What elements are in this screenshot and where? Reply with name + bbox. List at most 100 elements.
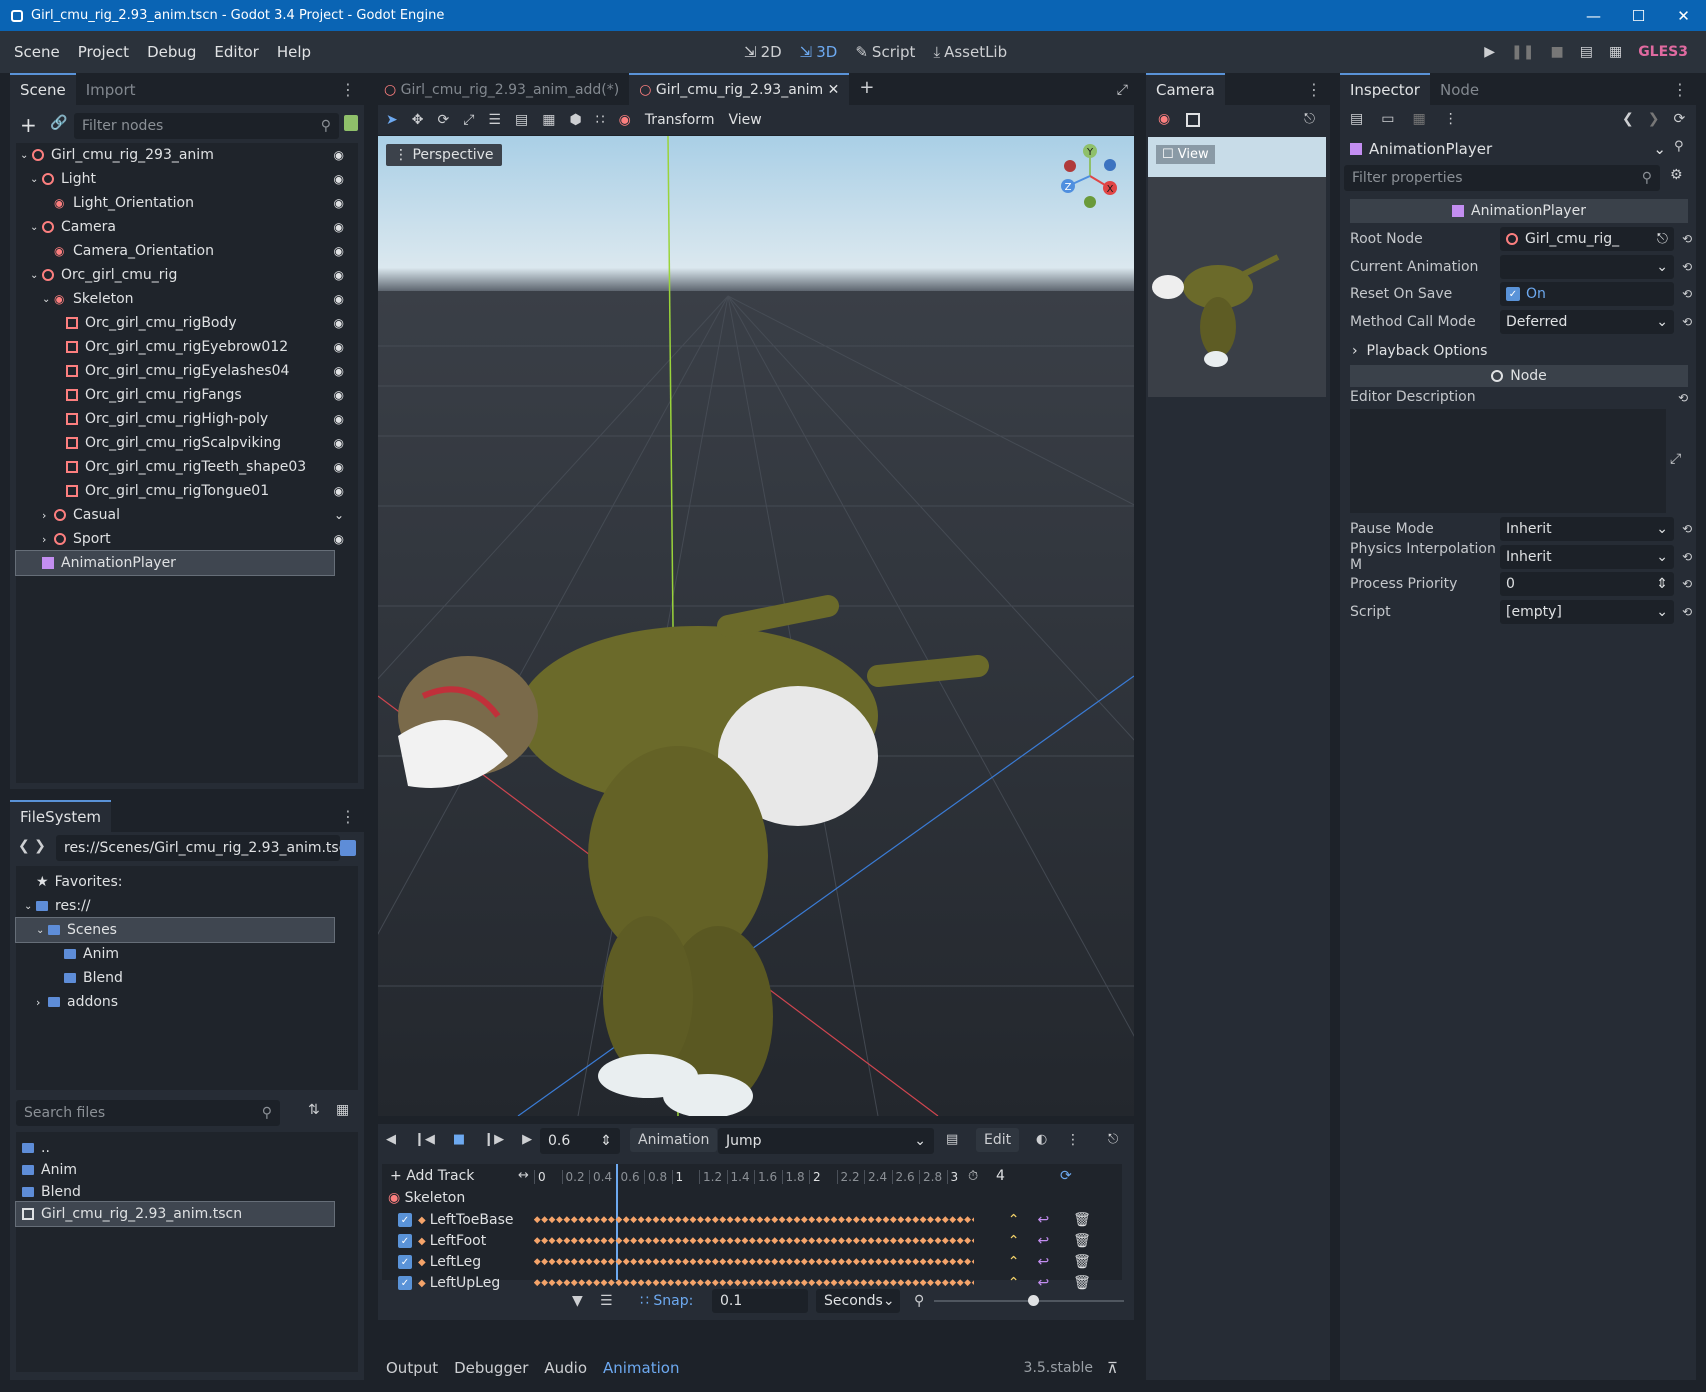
more-icon[interactable]: ⋮ bbox=[1672, 80, 1688, 99]
rotate-tool-icon[interactable]: ⟳ bbox=[437, 112, 449, 128]
play-backwards-icon[interactable]: ❙◀ bbox=[414, 1132, 435, 1147]
tab-node[interactable]: Node bbox=[1430, 75, 1489, 105]
add-track-button[interactable]: + Add Track bbox=[390, 1168, 474, 1184]
revert-icon[interactable]: ⟲ bbox=[1682, 577, 1692, 591]
property-editor[interactable]: 0 ⇕ bbox=[1500, 572, 1674, 596]
scene-tree-node[interactable]: ⌄ Orc_girl_cmu_rig ◉ bbox=[16, 263, 358, 287]
play-backwards-from-end-icon[interactable]: ◀ bbox=[386, 1132, 396, 1147]
file-list-item[interactable]: Girl_cmu_rig_2.93_anim.tscn bbox=[15, 1201, 335, 1227]
chevron-down-icon[interactable]: ⌄ bbox=[20, 150, 30, 161]
clear-icon[interactable]: ⎋ bbox=[1657, 231, 1668, 247]
scene-tab-anim-add[interactable]: ○ Girl_cmu_rig_2.93_anim_add(*) bbox=[374, 75, 629, 105]
more-icon[interactable]: ⋮ bbox=[1066, 1132, 1080, 1148]
scene-tree-node[interactable]: ◉ Light_Orientation ◉ bbox=[16, 191, 358, 215]
keyframes[interactable]: ◆◆◆◆◆◆◆◆◆◆◆◆◆◆◆◆◆◆◆◆◆◆◆◆◆◆◆◆◆◆◆◆◆◆◆◆◆◆◆◆… bbox=[534, 1236, 974, 1246]
snap-value[interactable]: 0.1 bbox=[712, 1289, 808, 1313]
property-editor[interactable]: Girl_cmu_rig_ ⎋ bbox=[1500, 227, 1674, 251]
play-custom-icon[interactable]: ▦ bbox=[1609, 44, 1622, 60]
menu-scene[interactable]: Scene bbox=[14, 43, 60, 61]
menu-project[interactable]: Project bbox=[78, 43, 129, 61]
filesystem-tree-item[interactable]: › addons bbox=[16, 990, 358, 1014]
pin-icon[interactable]: ⎋ bbox=[1304, 111, 1315, 127]
loop-wrap-icon[interactable]: ↩ bbox=[1037, 1212, 1049, 1228]
visibility-icon[interactable]: ◉ bbox=[334, 460, 344, 474]
scene-tree-node[interactable]: › Sport ◉ bbox=[16, 527, 358, 551]
anim-time-spinbox[interactable]: 0.6 ⇕ bbox=[540, 1128, 620, 1154]
close-button[interactable]: ✕ bbox=[1661, 0, 1706, 31]
zoom-slider-handle[interactable] bbox=[1028, 1295, 1039, 1306]
distraction-free-icon[interactable]: ⤢ bbox=[1109, 75, 1136, 105]
workspace-script[interactable]: ✎ Script bbox=[855, 43, 915, 61]
property-options-icon[interactable]: ⚙ bbox=[1670, 167, 1683, 183]
visibility-icon[interactable]: ◉ bbox=[334, 532, 344, 546]
scene-tree-node[interactable]: Orc_girl_cmu_rigEyelashes04 ◉ bbox=[16, 359, 358, 383]
tab-filesystem[interactable]: FileSystem bbox=[10, 800, 112, 832]
workspace-2d[interactable]: ⇲ 2D bbox=[744, 43, 782, 61]
group-icon[interactable]: ▦ bbox=[542, 112, 555, 128]
more-icon[interactable]: ⋮ bbox=[1444, 111, 1458, 127]
animation-track[interactable]: ✓ ◆ LeftToeBase ◆◆◆◆◆◆◆◆◆◆◆◆◆◆◆◆◆◆◆◆◆◆◆◆◆◆◆… bbox=[398, 1210, 1118, 1230]
new-tab-icon[interactable]: + bbox=[849, 70, 884, 105]
filesystem-tree-item[interactable]: Anim bbox=[16, 942, 358, 966]
stop-icon[interactable]: ■ bbox=[1550, 44, 1563, 60]
revert-icon[interactable]: ⟲ bbox=[1682, 605, 1692, 619]
scale-tool-icon[interactable]: ⤢ bbox=[463, 112, 474, 128]
loop-wrap-icon[interactable]: ↩ bbox=[1037, 1233, 1049, 1249]
preview-frame-icon[interactable] bbox=[1186, 113, 1200, 127]
viewport-3d[interactable]: ⋮ Perspective Y X Z bbox=[378, 136, 1134, 1116]
autoplay-icon[interactable]: ▤ bbox=[946, 1132, 958, 1147]
path-field[interactable]: res://Scenes/Girl_cmu_rig_2.93_anim.tsc bbox=[56, 835, 346, 861]
minimize-button[interactable]: — bbox=[1571, 0, 1616, 31]
chevron-right-icon[interactable]: › bbox=[42, 509, 52, 522]
select-tool-icon[interactable]: ➤ bbox=[386, 112, 398, 128]
visibility-icon[interactable]: ◉ bbox=[334, 484, 344, 498]
visibility-icon[interactable]: ◉ bbox=[334, 316, 344, 330]
filter-properties-input[interactable]: Filter properties ⚲ bbox=[1344, 165, 1660, 191]
interpolation-icon[interactable]: ⌃ bbox=[1008, 1233, 1020, 1249]
renderer-label[interactable]: GLES3 bbox=[1638, 44, 1688, 60]
local-space-icon[interactable]: ⬢ bbox=[569, 112, 581, 128]
scene-tree-node[interactable]: ⌄ Girl_cmu_rig_293_anim ◉ bbox=[16, 143, 358, 167]
new-resource-icon[interactable]: ▤ bbox=[1350, 111, 1363, 127]
time-ruler[interactable]: 0 0.2 0.4 0.6 0.8 1 1.2 1.4 1.6 1.8 2 2.2 2.4 2.6 2.8 3 bbox=[534, 1168, 958, 1188]
perspective-menu[interactable]: ⋮ Perspective bbox=[386, 144, 502, 166]
sort-icon[interactable]: ☰ bbox=[600, 1293, 613, 1309]
filesystem-tree-item[interactable]: ⌄ res:// bbox=[16, 894, 358, 918]
visibility-icon[interactable]: ◉ bbox=[334, 412, 344, 426]
chevron-down-icon[interactable]: ⌄ bbox=[30, 174, 40, 185]
revert-icon[interactable]: ⟲ bbox=[1682, 232, 1692, 246]
revert-icon[interactable]: ⟲ bbox=[1682, 315, 1692, 329]
back-icon[interactable]: ❮ ❯ bbox=[18, 838, 46, 854]
play-icon[interactable]: ▶ bbox=[522, 1132, 532, 1147]
close-tab-icon[interactable]: ✕ bbox=[828, 82, 840, 98]
onion-skin-icon[interactable]: ◐ bbox=[1036, 1132, 1047, 1147]
filter-icon[interactable]: ▼ bbox=[572, 1293, 583, 1309]
split-mode-icon[interactable] bbox=[340, 840, 356, 856]
scene-tree-node[interactable]: ⌄ Camera ◉ bbox=[16, 215, 358, 239]
list-select-icon[interactable]: ☰ bbox=[488, 112, 501, 128]
interpolation-icon[interactable]: ⌃ bbox=[1008, 1212, 1020, 1228]
menu-debug[interactable]: Debug bbox=[147, 43, 196, 61]
camera-view-toggle[interactable]: ☐ View bbox=[1156, 145, 1215, 164]
edit-menu-button[interactable]: Edit bbox=[976, 1128, 1020, 1152]
visibility-icon[interactable]: ◉ bbox=[334, 436, 344, 450]
tab-audio[interactable]: Audio bbox=[544, 1359, 587, 1377]
workspace-assetlib[interactable]: ⤓ AssetLib bbox=[933, 43, 1007, 61]
visibility-icon[interactable]: ◉ bbox=[334, 148, 344, 162]
pause-icon[interactable]: ❚❚ bbox=[1511, 44, 1534, 60]
editor-description-textarea[interactable] bbox=[1350, 409, 1666, 513]
animation-track[interactable]: ✓ ◆ LeftFoot ◆◆◆◆◆◆◆◆◆◆◆◆◆◆◆◆◆◆◆◆◆◆◆◆◆◆◆◆◆◆… bbox=[398, 1231, 1118, 1251]
tab-inspector[interactable]: Inspector bbox=[1340, 73, 1430, 105]
add-node-icon[interactable]: + bbox=[20, 113, 37, 137]
animation-menu-button[interactable]: Animation bbox=[630, 1128, 718, 1152]
chevron-right-icon[interactable]: › bbox=[36, 996, 46, 1009]
revert-icon[interactable]: ⟲ bbox=[1682, 287, 1692, 301]
tab-import[interactable]: Import bbox=[76, 75, 146, 105]
checkbox-checked-icon[interactable]: ✓ bbox=[1506, 287, 1520, 301]
delete-track-icon[interactable]: 🗑 bbox=[1073, 1212, 1091, 1228]
filesystem-tree-item[interactable]: ⌄ Scenes bbox=[15, 917, 335, 943]
search-files-input[interactable]: Search files ⚲ bbox=[16, 1100, 280, 1126]
property-editor[interactable]: Inherit ⌄ bbox=[1500, 544, 1674, 569]
instance-scene-icon[interactable] bbox=[344, 115, 358, 131]
chevron-right-icon[interactable]: › bbox=[42, 533, 52, 546]
